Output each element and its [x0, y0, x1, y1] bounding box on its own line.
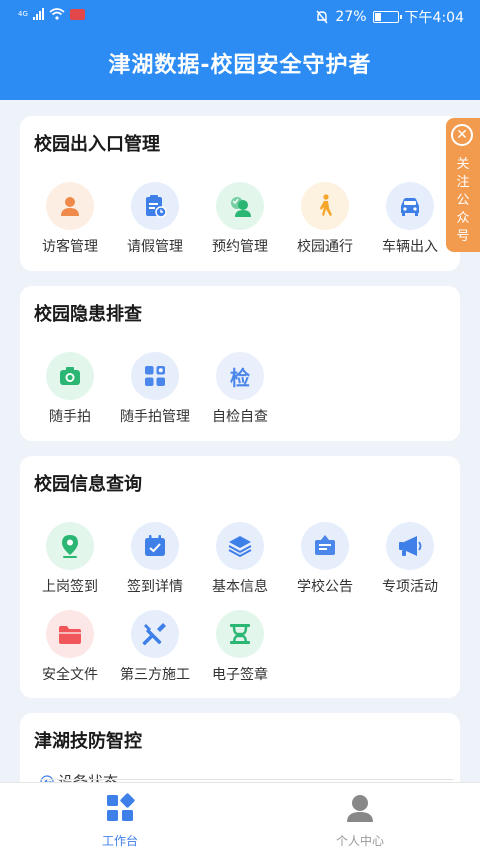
status-bar: 4G 27% 下午4:04 [0, 0, 480, 32]
section-title: 校园隐患排查 [34, 304, 142, 325]
network-label: 4G [18, 9, 28, 18]
bottom-tab-bar: 工作台 个人中心 [0, 782, 480, 853]
battery-percent: 27% [335, 9, 367, 25]
tab-personal-center[interactable]: 个人中心 [300, 793, 420, 849]
menu-item-megaphone[interactable]: 专项活动 [360, 522, 460, 596]
icon-glyph: 检 [230, 365, 250, 390]
tab-label: 个人中心 [335, 834, 384, 848]
section-title: 校园出入口管理 [34, 134, 160, 155]
layers-icon [216, 522, 264, 570]
location-pin-icon [46, 522, 94, 570]
section-entrance-management: 校园出入口管理 访客管理 请假管理 预约管理 校园通行 车辆出入 [20, 116, 460, 271]
user-icon [46, 182, 94, 230]
grid-camera-icon [131, 352, 179, 400]
follow-official-account-tab[interactable]: ✕ 关注公众号 [446, 118, 480, 252]
user-check-icon [216, 182, 264, 230]
menu-item-seal[interactable]: 电子签章 [190, 610, 290, 684]
menu-item-car[interactable]: 车辆出入 [360, 182, 460, 256]
app-header: 津湖数据-校园安全守护者 [0, 32, 480, 100]
menu-item-label: 电子签章 [212, 667, 268, 683]
section-info-query: 校园信息查询 上岗签到 签到详情 基本信息 学校公告 专项活动 安全文件 第三方施工 电子签章 [20, 456, 460, 698]
menu-item-check-text[interactable]: 检自检自查 [190, 352, 290, 426]
follow-label: 关注公众号 [446, 156, 480, 246]
signal-icon [32, 8, 44, 20]
tab-label: 工作台 [101, 834, 138, 848]
walking-person-icon [301, 182, 349, 230]
clock: 下午4:04 [404, 10, 464, 26]
calendar-check-icon [131, 522, 179, 570]
menu-item-label: 车辆出入 [382, 239, 438, 255]
status-right: 27% 下午4:04 [315, 7, 464, 27]
tab-workbench[interactable]: 工作台 [60, 793, 180, 849]
camera-icon [46, 352, 94, 400]
notice-board-icon [301, 522, 349, 570]
bell-off-icon [316, 10, 328, 24]
tools-icon [131, 610, 179, 658]
check-text-icon: 检 [216, 352, 264, 400]
follow-label-char: 号 [456, 229, 470, 244]
seal-icon [216, 610, 264, 658]
workbench-icon [107, 793, 135, 821]
section-hazard-check: 校园隐患排查 随手拍 随手拍管理检自检自查 [20, 286, 460, 441]
battery-icon [372, 11, 402, 23]
menu-item-label: 自检自查 [212, 409, 268, 425]
close-icon[interactable]: ✕ [451, 124, 473, 146]
folder-icon [46, 610, 94, 658]
clipboard-clock-icon [131, 182, 179, 230]
section-title: 津湖技防智控 [34, 731, 142, 752]
follow-label-char: 公 [456, 193, 470, 208]
follow-label-char: 众 [456, 211, 470, 226]
megaphone-icon [386, 522, 434, 570]
menu-item-label: 专项活动 [382, 579, 438, 595]
status-left: 4G [18, 8, 85, 20]
wifi-icon [49, 8, 65, 20]
follow-label-char: 关 [456, 157, 470, 172]
person-icon [347, 795, 373, 822]
section-title: 校园信息查询 [34, 474, 142, 495]
page-title: 津湖数据-校园安全守护者 [108, 53, 372, 78]
follow-label-char: 注 [456, 175, 470, 190]
app-notification-icon [69, 8, 85, 20]
car-icon [386, 182, 434, 230]
divider [40, 779, 454, 780]
